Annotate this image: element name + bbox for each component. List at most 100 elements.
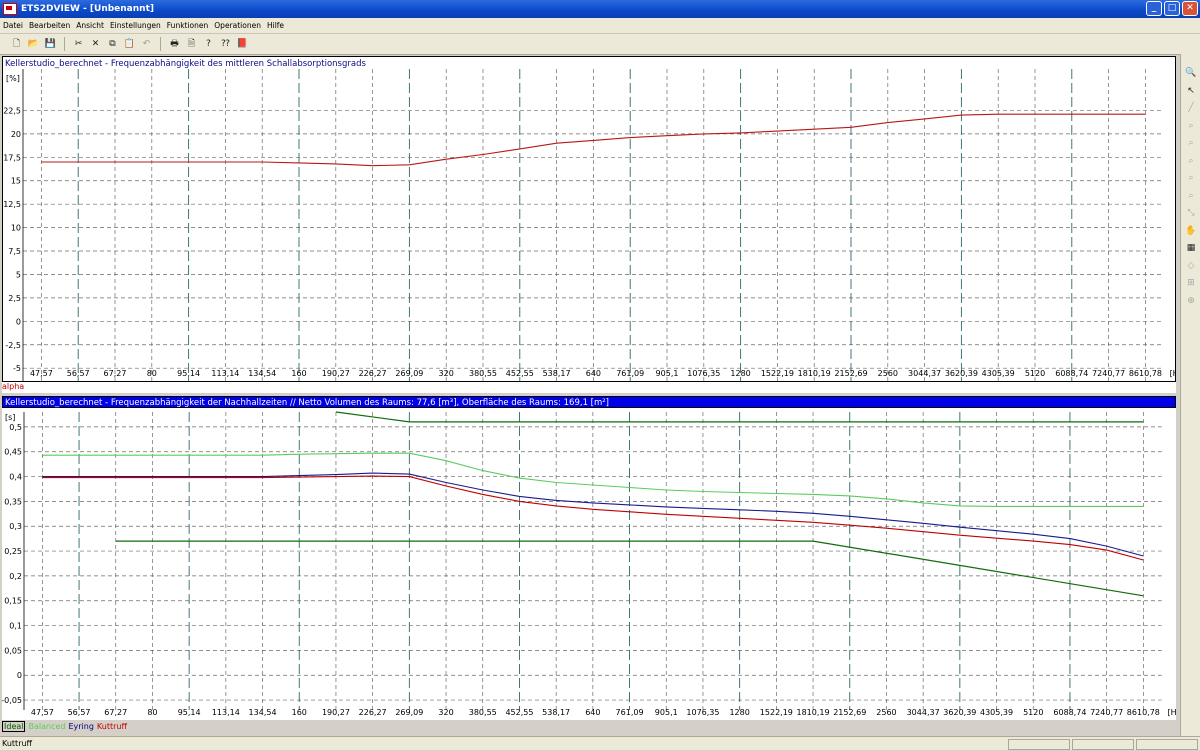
x-tick-label: 1810,19 [797, 708, 830, 717]
x-tick-label: 8610,78 [1127, 708, 1160, 717]
x-tick-label: 380,55 [469, 369, 497, 378]
y-tick-label: 10 [11, 224, 21, 233]
y-tick-label: 0,1 [9, 622, 22, 631]
cut-scissors-icon[interactable]: ✂ [72, 37, 86, 51]
zoom-in-icon[interactable]: ⌕ [1184, 171, 1198, 185]
x-axis-unit: [Hz] [1170, 369, 1175, 378]
x-tick-label: 47,57 [31, 708, 54, 717]
y-tick-label: 0,15 [4, 597, 22, 606]
menu-bearbeiten[interactable]: Bearbeiten [26, 21, 73, 30]
zoom-out-icon[interactable]: ⌕ [1184, 189, 1198, 203]
x-tick-label: 380,55 [469, 708, 497, 717]
status-cell [1136, 739, 1198, 750]
chart-title-reverberation: Kellerstudio_berechnet - Frequenzabhängi… [2, 396, 1176, 408]
menu-bar: Datei Bearbeiten Ansicht Einstellungen Funkt… [0, 18, 1200, 34]
chart-panel-absorption: 22,52017,51512,5107,552,50-2,5-5-7,5[%]4… [2, 56, 1186, 401]
x-tick-label: 1076,35 [687, 369, 720, 378]
legend-balanced[interactable]: Balanced [28, 722, 65, 731]
y-tick-label: 17,5 [3, 153, 21, 162]
x-tick-label: 2152,69 [834, 369, 867, 378]
window-title: ETS2DVIEW - [Unbenannt] [21, 4, 154, 14]
context-help-icon[interactable]: ⁇ [219, 37, 233, 51]
x-tick-label: 2560 [876, 708, 896, 717]
measure-icon[interactable]: ⊞ [1184, 276, 1198, 290]
maximize-button[interactable]: □ [1164, 1, 1180, 16]
x-tick-label: 47,57 [30, 369, 53, 378]
x-tick-label: 538,17 [542, 708, 570, 717]
x-tick-label: 67,27 [104, 369, 127, 378]
x-tick-label: 134,54 [249, 708, 277, 717]
undo-icon[interactable]: ↶ [140, 37, 154, 51]
x-tick-label: 2560 [878, 369, 898, 378]
x-tick-label: 3044,37 [907, 708, 940, 717]
close-button[interactable]: ✕ [1182, 1, 1198, 16]
x-tick-label: 2152,69 [833, 708, 866, 717]
x-tick-label: 160 [292, 708, 307, 717]
print-icon[interactable]: 🖶 [168, 37, 182, 51]
x-tick-label: 1076,35 [686, 708, 719, 717]
reverberation-chart[interactable]: 0,5 0,45 0,4 0,35 0,3 0,25 0,2 0,15 0,1 0,05 0 -0,0… [1, 408, 1184, 720]
absorption-chart[interactable]: 22,52017,51512,5107,552,50-2,5-5-7,5[%]4… [3, 57, 1186, 401]
x-tick-label: 1810,19 [798, 369, 831, 378]
cursor-icon[interactable]: ⊕ [1184, 294, 1198, 308]
menu-ansicht[interactable]: Ansicht [73, 21, 107, 30]
status-text: Kuttruff [2, 739, 33, 748]
y-axis-unit: [s] [5, 413, 15, 422]
y-tick-label: -2,5 [5, 341, 21, 350]
pointer-icon[interactable]: ↖ [1184, 84, 1198, 98]
legend-eyring[interactable]: Eyring [68, 722, 93, 731]
menu-einstellungen[interactable]: Einstellungen [107, 21, 164, 30]
help-question-icon[interactable]: ? [202, 37, 216, 51]
window-titlebar[interactable]: ETS2DVIEW - [Unbenannt] _ □ ✕ [0, 0, 1200, 18]
new-file-icon[interactable]: 🗋 [10, 37, 24, 51]
menu-funktionen[interactable]: Funktionen [164, 21, 212, 30]
x-tick-label: 95,14 [177, 369, 200, 378]
x-tick-label: 761,09 [616, 369, 644, 378]
x-tick-label: 190,27 [322, 369, 350, 378]
zoom-icon[interactable]: 🔍 [1184, 66, 1198, 80]
zoom-region-icon[interactable]: ⌕ [1184, 119, 1198, 133]
paste-icon[interactable]: 📋 [123, 37, 137, 51]
x-tick-label: 905,1 [656, 369, 679, 378]
window-controls: _ □ ✕ [1146, 1, 1198, 16]
copy-icon[interactable]: ⧉ [106, 37, 120, 51]
print-preview-icon[interactable]: 🗎 [185, 37, 199, 51]
legend-kuttruff[interactable]: Kuttruff [97, 722, 127, 731]
x-tick-label: 320 [438, 708, 453, 717]
table-icon[interactable]: ▦ [1184, 241, 1198, 255]
x-axis-unit: [Hz] [1167, 708, 1176, 717]
menu-operationen[interactable]: Operationen [211, 21, 264, 30]
x-tick-label: 80 [147, 708, 157, 717]
save-disk-icon[interactable]: 💾 [44, 37, 58, 51]
marker-icon[interactable]: ◇ [1184, 259, 1198, 273]
pan-icon[interactable]: ✋ [1184, 224, 1198, 238]
legend-ideal[interactable]: Ideal [2, 721, 26, 732]
toolbar-separator [160, 37, 161, 51]
open-folder-icon[interactable]: 📂 [27, 37, 41, 51]
zoom-x-icon[interactable]: ⌕ [1184, 136, 1198, 150]
x-tick-label: 8610,78 [1129, 369, 1162, 378]
x-tick-label: 226,27 [359, 369, 387, 378]
zoom-y-icon[interactable]: ⌕ [1184, 154, 1198, 168]
menu-datei[interactable]: Datei [0, 21, 26, 30]
x-tick-label: 5120 [1025, 369, 1045, 378]
book-icon[interactable]: 📕 [236, 37, 250, 51]
x-tick-label: 56,57 [67, 369, 90, 378]
x-tick-label: 226,27 [359, 708, 387, 717]
move-icon[interactable]: ⤡ [1184, 206, 1198, 220]
toolbar: 🗋 📂 💾 ✂ ✕ ⧉ 📋 ↶ 🖶 🗎? ⁇ 📕 [0, 34, 1200, 55]
delete-x-icon[interactable]: ✕ [89, 37, 103, 51]
x-tick-label: 95,14 [178, 708, 201, 717]
y-tick-label: -0,05 [2, 696, 22, 705]
x-tick-label: 640 [586, 369, 601, 378]
x-tick-label: 269,09 [395, 708, 423, 717]
x-tick-label: 7240,77 [1092, 369, 1125, 378]
x-tick-label: 1522,19 [761, 369, 794, 378]
x-tick-label: 905,1 [655, 708, 678, 717]
absorption-series-label: alpha [2, 382, 1176, 393]
draw-line-icon[interactable]: ╱ [1184, 101, 1198, 115]
menu-hilfe[interactable]: Hilfe [264, 21, 287, 30]
x-tick-label: 538,17 [543, 369, 571, 378]
minimize-button[interactable]: _ [1146, 1, 1162, 16]
status-cell [1008, 739, 1070, 750]
